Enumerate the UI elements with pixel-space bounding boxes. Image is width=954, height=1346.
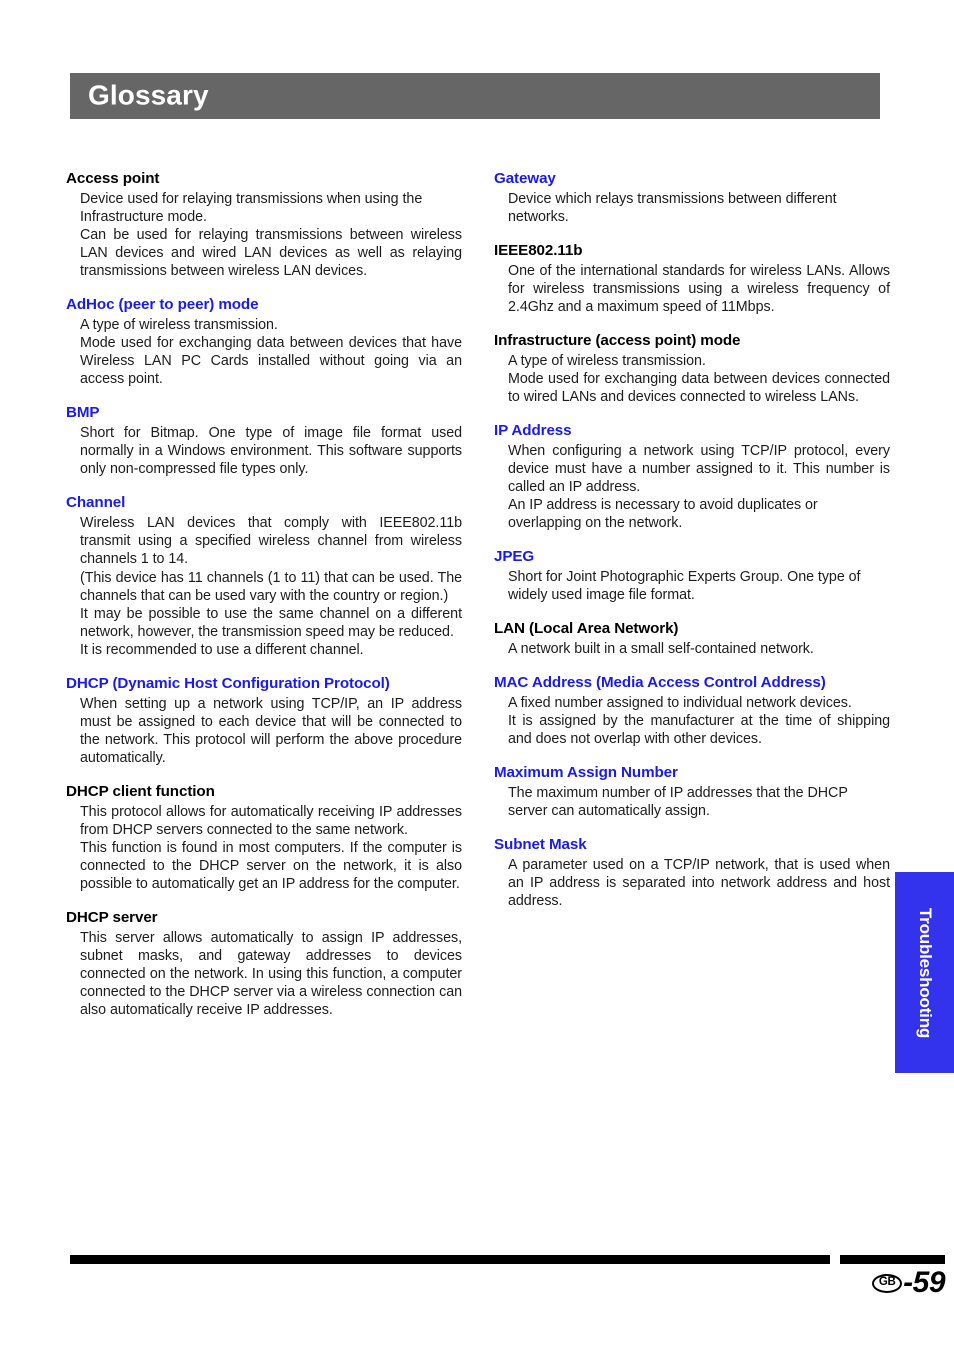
glossary-term: Gateway <box>494 170 556 187</box>
glossary-definition: A network built in a small self-containe… <box>494 640 890 658</box>
glossary-term: DHCP server <box>66 909 158 927</box>
glossary-definition: A fixed number assigned to individual ne… <box>494 694 890 748</box>
glossary-definition: This protocol allows for automatically r… <box>66 803 462 893</box>
glossary-definition-paragraph: A parameter used on a TCP/IP network, th… <box>508 857 890 910</box>
glossary-definition: A type of wireless transmission. Mode use… <box>494 352 890 406</box>
footer-rule <box>70 1255 830 1264</box>
glossary-term: Channel <box>66 494 126 512</box>
glossary-term: DHCP client function <box>66 783 215 801</box>
glossary-definition-paragraph: Short for Joint Photographic Experts Gro… <box>508 569 861 604</box>
glossary-column-right: Gateway Device which relays transmissions… <box>494 170 890 910</box>
glossary-definition: Device used for relaying transmissions w… <box>66 190 462 280</box>
glossary-definition-paragraph: This server allows automatically to assi… <box>80 930 462 1019</box>
glossary-definition: This server allows automatically to assi… <box>66 929 462 1019</box>
glossary-term: DHCP (Dynamic Host Configuration Protoco… <box>66 674 390 692</box>
glossary-entry: Access point Device used for relaying tra… <box>66 170 462 280</box>
glossary-term: JPEG <box>494 548 535 566</box>
page-title: Glossary <box>88 79 209 111</box>
glossary-definition-paragraph: A fixed number assigned to individual ne… <box>508 695 852 712</box>
glossary-entry: DHCP client function This protocol allows… <box>66 783 462 893</box>
glossary-entry: BMP Short for Bitmap. One type of image f… <box>66 404 462 478</box>
glossary-entry: IEEE802.11b One of the international stan… <box>494 242 890 316</box>
glossary-columns: Access point Device used for relaying tra… <box>66 170 890 1020</box>
glossary-definition-paragraph: Mode used for exchanging data between de… <box>80 335 462 388</box>
glossary-definition: Wireless LAN devices that comply with IE… <box>66 514 462 659</box>
glossary-definition-paragraph: Device which relays transmissions betwee… <box>508 190 837 225</box>
glossary-definition-paragraph: One of the international standards for w… <box>508 262 890 315</box>
glossary-definition: Short for Joint Photographic Experts Gro… <box>494 568 890 604</box>
glossary-entry: Gateway Device which relays transmissions… <box>494 170 890 226</box>
glossary-term: IEEE802.11b <box>494 242 583 259</box>
page-header-band: Glossary <box>70 73 880 119</box>
glossary-definition: A parameter used on a TCP/IP network, th… <box>494 856 890 910</box>
glossary-term: LAN (Local Area Network) <box>494 620 679 638</box>
glossary-definition-paragraph: An IP address is necessary to avoid dupl… <box>508 497 818 532</box>
glossary-definition-paragraph: Short for Bitmap. One type of image file… <box>80 425 462 478</box>
glossary-entry: Channel Wireless LAN devices that comply … <box>66 494 462 658</box>
footer-page-rule <box>840 1255 945 1264</box>
glossary-entry: LAN (Local Area Network) A network built … <box>494 620 890 658</box>
side-index-tab-troubleshooting[interactable]: Troubleshooting <box>895 872 954 1073</box>
glossary-definition-paragraph: Device used for relaying transmissions w… <box>80 190 423 225</box>
glossary-entry: AdHoc (peer to peer) mode A type of wirel… <box>66 296 462 388</box>
footer-page-indicator: GB -59 <box>840 1268 945 1298</box>
glossary-definition: When configuring a network using TCP/IP … <box>494 442 890 532</box>
glossary-definition: Short for Bitmap. One type of image file… <box>66 424 462 478</box>
glossary-entry: DHCP (Dynamic Host Configuration Protoco… <box>66 675 462 767</box>
glossary-definition-paragraph: Can be used for relaying transmissions b… <box>80 227 462 280</box>
glossary-definition-paragraph: When configuring a network using TCP/IP … <box>508 443 890 496</box>
glossary-definition-paragraph: This function is found in most computers… <box>80 840 462 893</box>
glossary-definition-paragraph: A type of wireless transmission. <box>508 352 706 369</box>
glossary-definition-paragraph: It is recommended to use a different cha… <box>80 641 364 658</box>
glossary-term: BMP <box>66 404 100 422</box>
glossary-term: Infrastructure (access point) mode <box>494 332 741 350</box>
glossary-term: AdHoc (peer to peer) mode <box>66 296 259 314</box>
glossary-definition-paragraph: Mode used for exchanging data between de… <box>508 371 890 406</box>
glossary-term: Maximum Assign Number <box>494 764 678 782</box>
glossary-term: Subnet Mask <box>494 836 587 854</box>
glossary-definition-paragraph: A network built in a small self-containe… <box>508 641 814 658</box>
glossary-definition-paragraph: It may be possible to use the same chann… <box>80 605 462 640</box>
region-code-badge: GB <box>872 1273 903 1293</box>
glossary-entry: MAC Address (Media Access Control Addres… <box>494 674 890 748</box>
page-number: -59 <box>903 1266 945 1299</box>
glossary-entry: DHCP server This server allows automatica… <box>66 909 462 1019</box>
glossary-definition-paragraph: A type of wireless transmission. <box>80 317 278 334</box>
glossary-definition-paragraph: Wireless LAN devices that comply with IE… <box>80 515 462 568</box>
glossary-definition: When setting up a network using TCP/IP, … <box>66 695 462 767</box>
glossary-definition-paragraph: It is assigned by the manufacturer at th… <box>508 713 890 748</box>
glossary-entry: JPEG Short for Joint Photographic Experts… <box>494 548 890 604</box>
glossary-definition-paragraph: The maximum number of IP addresses that … <box>508 785 848 820</box>
glossary-definition: A type of wireless transmission. Mode use… <box>66 316 462 388</box>
glossary-term: Access point <box>66 170 160 187</box>
glossary-definition-paragraph: When setting up a network using TCP/IP, … <box>80 695 462 767</box>
glossary-definition: Device which relays transmissions betwee… <box>494 190 890 226</box>
glossary-column-left: Access point Device used for relaying tra… <box>66 170 462 1020</box>
glossary-term: MAC Address (Media Access Control Addres… <box>494 674 826 692</box>
glossary-definition: The maximum number of IP addresses that … <box>494 784 890 820</box>
glossary-definition: One of the international standards for w… <box>494 262 890 316</box>
glossary-entry: Infrastructure (access point) mode A type… <box>494 332 890 406</box>
glossary-entry: IP Address When configuring a network usi… <box>494 422 890 532</box>
glossary-term: IP Address <box>494 422 572 440</box>
glossary-definition-paragraph: (This device has 11 channels (1 to 11) t… <box>80 569 462 604</box>
glossary-entry: Subnet Mask A parameter used on a TCP/IP … <box>494 836 890 910</box>
side-index-tab-label: Troubleshooting <box>915 907 935 1038</box>
glossary-definition-paragraph: This protocol allows for automatically r… <box>80 803 462 839</box>
glossary-entry: Maximum Assign Number The maximum number … <box>494 764 890 820</box>
